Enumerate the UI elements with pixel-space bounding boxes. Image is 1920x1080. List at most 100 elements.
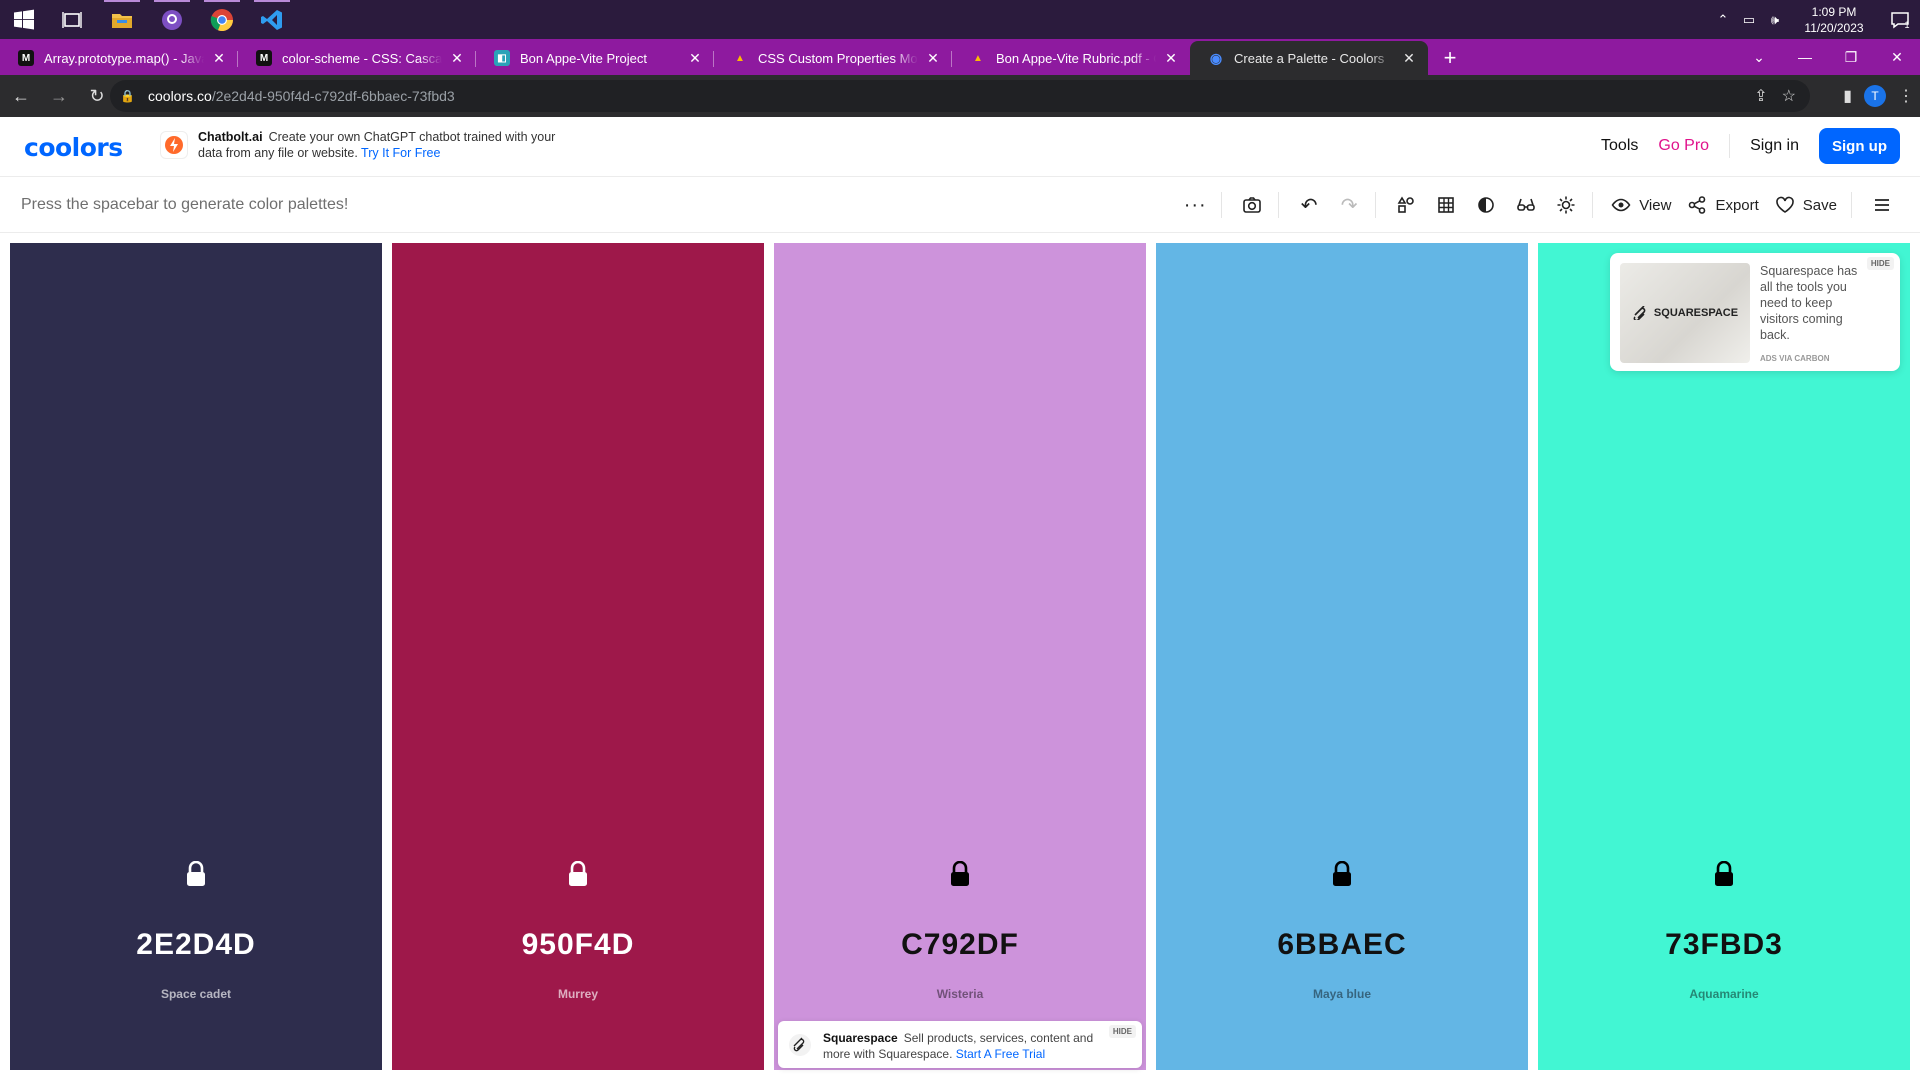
ads-via-carbon-label[interactable]: ADS VIA CARBON (1760, 354, 1829, 363)
tab-title: Array.prototype.map() - JavaScript | MDN (44, 50, 204, 66)
carbon-ad-text[interactable]: Squarespace has all the tools you need t… (1760, 263, 1870, 343)
new-tab-button[interactable]: + (1434, 41, 1466, 75)
tab-title: Create a Palette - Coolors (1234, 50, 1385, 66)
browser-tab[interactable]: ◧ Bon Appe-Vite Project ✕ (476, 41, 714, 75)
notification-button[interactable]: 1 (1880, 0, 1920, 39)
restore-icon[interactable]: ❐ (1828, 39, 1874, 75)
redo-icon[interactable]: ↷ (1331, 187, 1367, 223)
undo-icon[interactable]: ↶ (1291, 187, 1327, 223)
bottom-ad-text: Squarespace Sell products, services, cont… (823, 1030, 1113, 1062)
header-ad-text: Chatbolt.ai Create your own ChatGPT chatb… (198, 129, 558, 161)
browser-tab[interactable]: ▲ CSS Custom Properties Module ✕ (714, 41, 952, 75)
profile-avatar[interactable]: T (1864, 85, 1886, 107)
grid-icon[interactable] (1428, 187, 1464, 223)
window-controls: ⌄ — ❐ ✕ (1736, 39, 1920, 75)
bottom-ad-cta-link[interactable]: Start A Free Trial (956, 1047, 1045, 1061)
system-tray: ⌃ ▭ 🕪 1:09 PM 11/20/2023 1 (1710, 0, 1920, 39)
browser-tab[interactable]: M color-scheme - CSS: Cascading Style Sh… (238, 41, 476, 75)
squarespace-ad-image[interactable]: SQUARESPACE (1620, 263, 1750, 363)
close-tab-icon[interactable]: ✕ (210, 49, 228, 67)
volume-icon[interactable]: 🕪 (1764, 9, 1786, 31)
chrome-taskbar-button[interactable] (198, 0, 246, 39)
sign-up-button[interactable]: Sign up (1819, 128, 1900, 164)
hide-ad-button[interactable]: HIDE (1866, 257, 1894, 270)
browser-tab[interactable]: ▲ Bon Appe-Vite Rubric.pdf - Google Driv… (952, 41, 1190, 75)
close-window-icon[interactable]: ✕ (1874, 39, 1920, 75)
export-label: Export (1715, 196, 1759, 214)
site-header: coolors Chatbolt.ai Create your own ChatG… (0, 117, 1920, 177)
lock-icon[interactable] (567, 861, 589, 887)
file-explorer-button[interactable] (98, 0, 146, 39)
view-button[interactable]: View (1605, 187, 1677, 223)
close-tab-icon[interactable]: ✕ (448, 49, 466, 67)
bottom-sponsor-ad[interactable]: Squarespace Sell products, services, cont… (778, 1021, 1142, 1068)
lock-icon[interactable] (949, 861, 971, 887)
contrast-icon[interactable] (1468, 187, 1504, 223)
coolors-favicon-icon: ◉ (1209, 49, 1223, 66)
color-hex-code[interactable]: 950F4D (392, 928, 764, 962)
more-options-icon[interactable]: ··· (1177, 187, 1213, 223)
close-tab-icon[interactable]: ✕ (1162, 49, 1180, 67)
coolors-logo[interactable]: coolors (24, 133, 123, 162)
sun-icon[interactable] (1548, 187, 1584, 223)
back-arrow-icon[interactable]: ← (4, 79, 38, 113)
side-panel-icon[interactable]: ▮ (1843, 86, 1852, 106)
color-swatch[interactable]: 2E2D4D Space cadet (10, 243, 382, 1070)
share-icon[interactable]: ⇪ (1754, 86, 1767, 106)
browser-toolbar: ← → ↻ 🔒 coolors.co/2e2d4d-950f4d-c792df-… (0, 75, 1920, 117)
sign-in-link[interactable]: Sign in (1750, 137, 1799, 155)
minimize-icon[interactable]: — (1782, 39, 1828, 75)
color-swatch[interactable]: 6BBAEC Maya blue (1156, 243, 1528, 1070)
spacebar-hint: Press the spacebar to generate color pal… (21, 196, 349, 213)
tab-title: color-scheme - CSS: Cascading Style Shee… (282, 50, 442, 66)
tools-link[interactable]: Tools (1601, 137, 1638, 155)
google-drive-favicon-icon: ▲ (973, 52, 983, 64)
color-name: Space cadet (160, 987, 232, 1001)
color-swatch[interactable]: 950F4D Murrey (392, 243, 764, 1070)
tab-title: CSS Custom Properties Module (758, 50, 918, 66)
vscode-taskbar-button[interactable] (248, 0, 296, 39)
close-tab-icon[interactable]: ✕ (924, 49, 942, 67)
reload-icon[interactable]: ↻ (80, 79, 114, 113)
clock[interactable]: 1:09 PM 11/20/2023 (1794, 4, 1874, 36)
lock-icon[interactable] (1713, 861, 1735, 887)
color-hex-code[interactable]: C792DF (774, 928, 1146, 962)
save-button[interactable]: Save (1769, 187, 1843, 223)
color-swatch[interactable]: C792DF Wisteria (774, 243, 1146, 1070)
forward-arrow-icon[interactable]: → (42, 79, 76, 113)
tab-search-icon[interactable]: ⌄ (1736, 39, 1782, 75)
folder-icon (112, 13, 132, 28)
github-desktop-button[interactable] (148, 0, 196, 39)
export-button[interactable]: Export (1681, 187, 1764, 223)
close-tab-icon[interactable]: ✕ (686, 49, 704, 67)
header-ad[interactable]: Chatbolt.ai Create your own ChatGPT chatb… (160, 129, 558, 161)
address-bar[interactable]: 🔒 coolors.co/2e2d4d-950f4d-c792df-6bbaec… (110, 80, 1810, 112)
windows-start-button[interactable] (0, 0, 48, 39)
chevron-up-icon[interactable]: ⌃ (1712, 9, 1734, 31)
browser-tab[interactable]: M Array.prototype.map() - JavaScript | M… (0, 41, 238, 75)
squarespace-logo-icon (789, 1034, 811, 1056)
header-ad-cta-link[interactable]: Try It For Free (361, 146, 440, 160)
bookmark-star-icon[interactable]: ☆ (1782, 86, 1796, 106)
lock-icon[interactable] (1331, 861, 1353, 887)
carbon-ad-card[interactable]: SQUARESPACE Squarespace has all the tool… (1610, 253, 1900, 371)
camera-icon[interactable] (1234, 187, 1270, 223)
lock-icon[interactable] (185, 861, 207, 887)
go-pro-link[interactable]: Go Pro (1658, 137, 1709, 155)
color-name: Maya blue (1312, 987, 1372, 1001)
browser-tab-active[interactable]: ◉ Create a Palette - Coolors ✕ (1190, 41, 1428, 75)
header-ad-brand: Chatbolt.ai (198, 130, 263, 144)
chrome-icon (210, 8, 234, 31)
close-tab-icon[interactable]: ✕ (1400, 49, 1418, 67)
github-icon (162, 9, 182, 30)
network-icon[interactable]: ▭ (1738, 9, 1760, 31)
hide-ad-button[interactable]: HIDE (1108, 1025, 1136, 1038)
kebab-menu-icon[interactable]: ⋮ (1898, 86, 1914, 106)
adjust-palette-icon[interactable] (1388, 187, 1424, 223)
color-hex-code[interactable]: 73FBD3 (1538, 928, 1910, 962)
task-view-button[interactable] (48, 0, 96, 39)
color-hex-code[interactable]: 2E2D4D (10, 928, 382, 962)
glasses-icon[interactable] (1508, 187, 1544, 223)
hamburger-menu-icon[interactable] (1864, 187, 1900, 223)
color-hex-code[interactable]: 6BBAEC (1156, 928, 1528, 962)
